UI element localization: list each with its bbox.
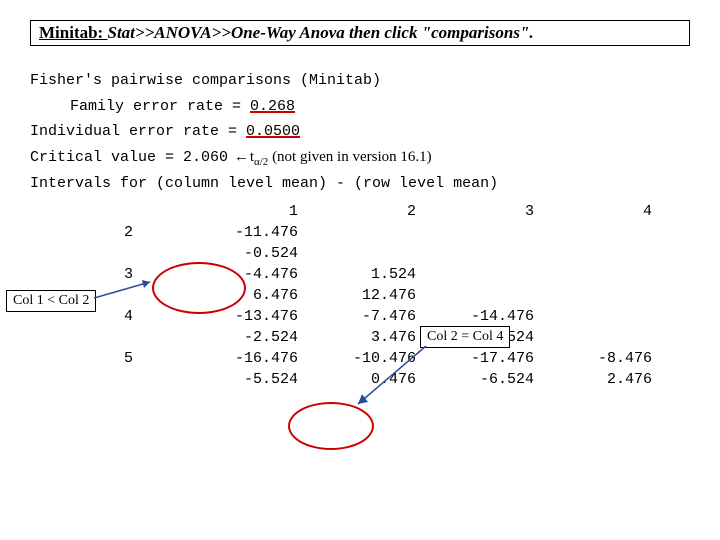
cell: -11.476 [194,222,312,243]
cell: 0.476 [312,369,430,390]
line-individual-rate: Individual error rate = 0.0500 [30,119,690,145]
cell: -5.524 [194,369,312,390]
cell: -14.476 [430,306,548,327]
title-box: Minitab: Stat>>ANOVA>>One-Way Anova then… [30,20,690,46]
table-row: 2 -11.476 [110,222,666,243]
cell: 1.524 [312,264,430,285]
table-row: -0.524 [110,243,666,264]
table-row: 3 -4.476 1.524 [110,264,666,285]
line-intervals: Intervals for (column level mean) - (row… [30,171,690,197]
individual-label: Individual error rate = [30,123,246,140]
title-rest: Stat>>ANOVA>>One-Way Anova then click "c… [107,23,533,42]
critical-text: Critical value = 2.060 [30,149,237,166]
row-header: 3 [110,264,194,285]
table-row: -2.524 3.476 -3.524 [110,327,666,348]
cell: -8.476 [548,348,666,369]
table-row: -5.524 0.476 -6.524 2.476 [110,369,666,390]
line-critical-value: Critical value = 2.060 ← tα/2 (not given… [30,145,690,172]
output-block: Fisher's pairwise comparisons (Minitab) … [30,68,690,197]
cell: 12.476 [312,285,430,306]
t-subscript: α/2 [254,156,268,168]
cell: -7.476 [312,306,430,327]
note-text: Col 1 < Col 2 [13,293,89,308]
family-value: 0.268 [250,98,295,115]
col-header: 4 [548,201,666,222]
table-header-row: 1 2 3 4 [110,201,666,222]
cell: -13.476 [194,306,312,327]
col-header: 1 [194,201,312,222]
note-text: Col 2 = Col 4 [427,329,503,344]
cell: 6.476 [194,285,312,306]
row-header: 4 [110,306,194,327]
cell: -4.476 [194,264,312,285]
col-header: 2 [312,201,430,222]
col-header: 3 [430,201,548,222]
cell: -0.524 [194,243,312,264]
comparison-table: 1 2 3 4 2 -11.476 -0.524 3 -4.476 1.524 … [110,201,666,390]
individual-value: 0.0500 [246,123,300,140]
cell: 3.476 [312,327,430,348]
table-row: 5 -16.476 -10.476 -17.476 -8.476 [110,348,666,369]
row-header: 5 [110,348,194,369]
note-col2-eq-col4: Col 2 = Col 4 [420,326,510,348]
title-lead: Minitab: [39,23,107,42]
t-symbol: t [246,149,254,165]
line-header: Fisher's pairwise comparisons (Minitab) [30,68,690,94]
note-col1-lt-col2: Col 1 < Col 2 [6,290,96,312]
highlight-circle-icon [288,402,374,450]
row-header: 2 [110,222,194,243]
cell: -10.476 [312,348,430,369]
family-label: Family error rate = [70,98,250,115]
arrow-left-icon: ← [237,149,246,166]
cell: 2.476 [548,369,666,390]
cell: -17.476 [430,348,548,369]
line-family-rate: Family error rate = 0.268 [30,94,690,120]
table-row: 6.476 12.476 [110,285,666,306]
cell: -6.524 [430,369,548,390]
cell: -2.524 [194,327,312,348]
cell: -16.476 [194,348,312,369]
table-row: 4 -13.476 -7.476 -14.476 [110,306,666,327]
version-note: (not given in version 16.1) [268,149,431,165]
